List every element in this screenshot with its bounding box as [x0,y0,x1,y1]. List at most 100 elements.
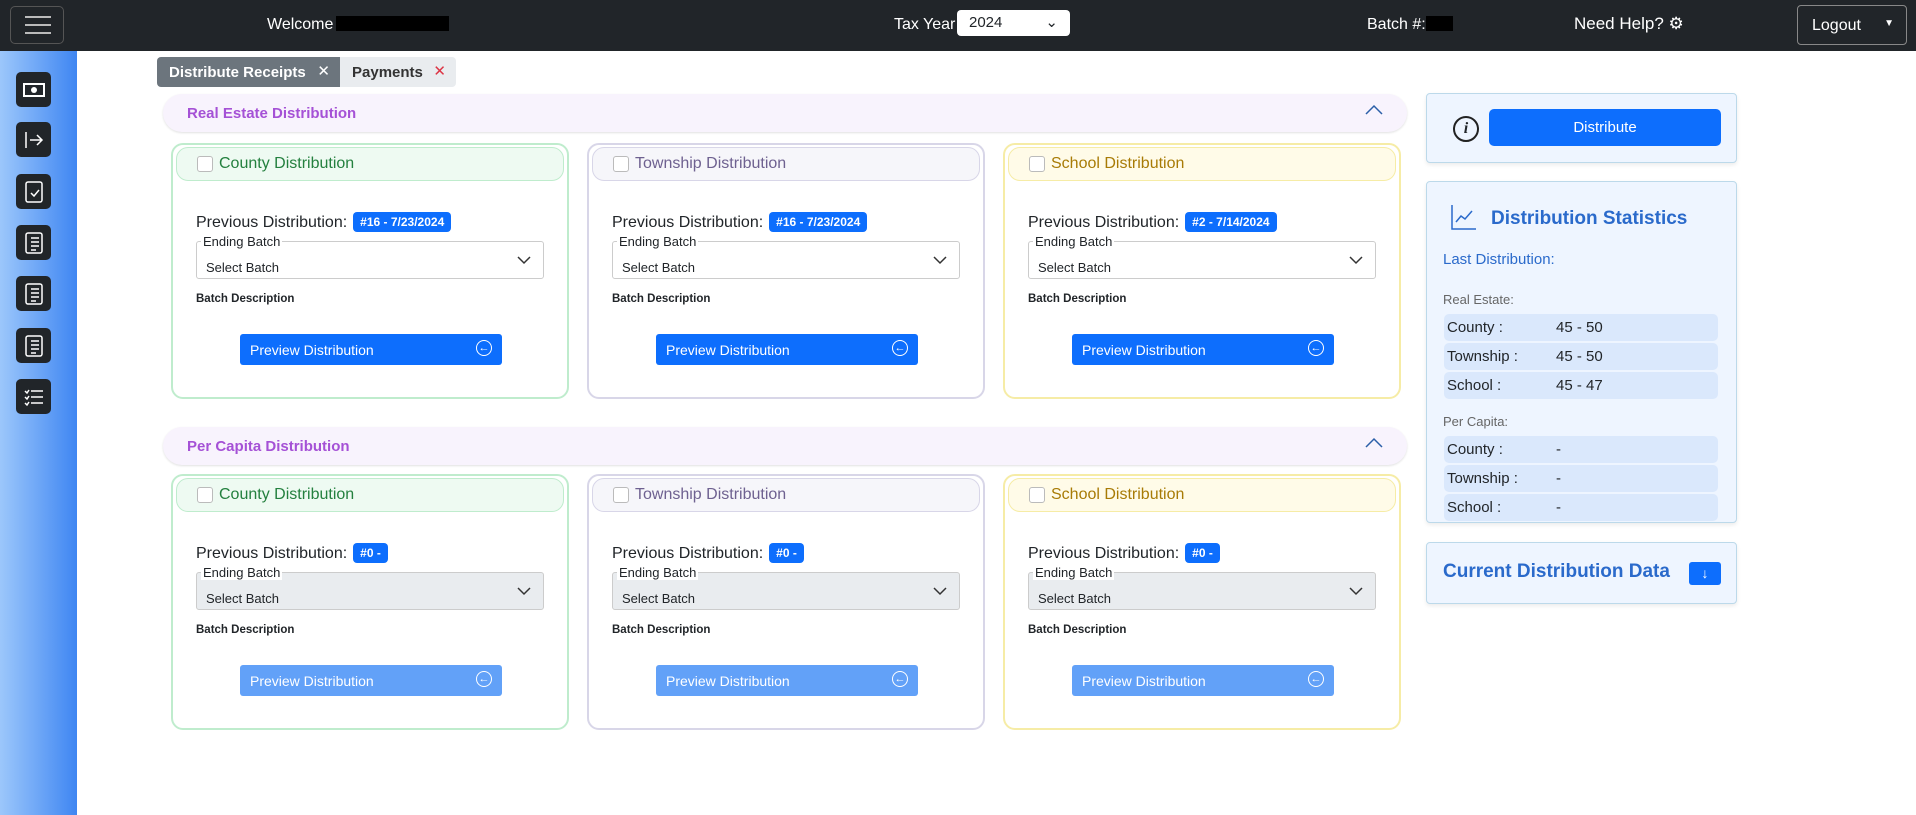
ending-batch-select[interactable]: Ending Batch Select Batch [612,565,960,610]
info-icon[interactable]: i [1453,116,1479,142]
checklist-icon[interactable] [16,174,51,209]
checkbox[interactable] [1029,487,1045,503]
ending-batch-select[interactable]: Ending Batch Select Batch [1028,565,1376,610]
preview-distribution-button[interactable]: Preview Distribution ← [656,665,918,696]
ending-batch-label: Ending Batch [201,565,283,580]
previous-distribution-label: Previous Distribution: [1028,214,1180,231]
card-title: School Distribution [1051,155,1185,172]
tab-label: Distribute Receipts [169,64,306,81]
previous-distribution-label: Previous Distribution: [612,214,764,231]
arrow-down-button[interactable]: ↓ [1689,562,1721,585]
chevron-down-icon [1349,583,1363,599]
previous-distribution-badge: #0 - [1185,543,1220,563]
arrow-left-circle-icon: ← [1308,671,1324,687]
previous-distribution: Previous Distribution: #0 - [612,543,804,563]
distribution-card: County Distribution Previous Distributio… [171,143,569,399]
menu-toggle-button[interactable] [10,6,64,44]
tax-year-select[interactable]: 2024 ⌄ [957,10,1070,36]
previous-distribution: Previous Distribution: #0 - [1028,543,1220,563]
preview-distribution-button[interactable]: Preview Distribution ← [1072,334,1334,365]
stats-key: Township : [1447,348,1518,365]
checkbox[interactable] [613,156,629,172]
list-document-icon[interactable] [16,225,51,260]
section-header[interactable]: Per Capita Distribution [163,427,1407,465]
close-icon[interactable]: ✕ [317,62,330,80]
tab-payments[interactable]: Payments ✕ [340,57,456,87]
distribution-card: School Distribution Previous Distributio… [1003,143,1401,399]
previous-distribution-label: Previous Distribution: [1028,545,1180,562]
card-header: County Distribution [176,147,564,181]
stats-key: School : [1447,499,1502,516]
stats-row: School : - [1444,494,1718,521]
ending-batch-select[interactable]: Ending Batch Select Batch [612,234,960,279]
ending-batch-label: Ending Batch [617,234,699,249]
current-distribution-panel: Current Distribution Data ↓ [1426,542,1737,604]
previous-distribution-label: Previous Distribution: [612,545,764,562]
select-value: Select Batch [622,591,695,606]
previous-distribution-badge: #0 - [769,543,804,563]
checkbox[interactable] [613,487,629,503]
line-chart-icon [1451,205,1476,230]
ending-batch-label: Ending Batch [1033,234,1115,249]
stats-group-label: Real Estate: [1443,292,1514,307]
ending-batch-select[interactable]: Ending Batch Select Batch [196,565,544,610]
ending-batch-label: Ending Batch [617,565,699,580]
select-value: Select Batch [206,260,279,275]
card-title: Township Distribution [635,155,787,172]
checkbox[interactable] [1029,156,1045,172]
previous-distribution-label: Previous Distribution: [196,214,348,231]
card-header: Township Distribution [592,478,980,512]
distribute-button[interactable]: Distribute [1489,109,1721,146]
distribute-panel: i Distribute [1426,93,1737,163]
distribution-card: Township Distribution Previous Distribut… [587,143,985,399]
stats-row: School : 45 - 47 [1444,372,1718,399]
chevron-down-icon [517,583,531,599]
list-document-icon[interactable] [16,276,51,311]
previous-distribution-badge: #2 - 7/14/2024 [1185,212,1277,232]
help-link[interactable]: Need Help? ⚙ [1574,14,1684,34]
section-title: Per Capita Distribution [187,438,350,455]
checkbox[interactable] [197,487,213,503]
preview-distribution-button[interactable]: Preview Distribution ← [656,334,918,365]
stats-title: Distribution Statistics [1491,208,1688,229]
arrow-left-circle-icon: ← [476,671,492,687]
stats-key: County : [1447,319,1503,336]
button-label: Preview Distribution [1082,342,1206,358]
distribution-card: County Distribution Previous Distributio… [171,474,569,730]
stats-group-label: Per Capita: [1443,414,1509,429]
chevron-up-icon[interactable] [1365,436,1383,453]
preview-distribution-button[interactable]: Preview Distribution ← [240,334,502,365]
button-label: Preview Distribution [250,673,374,689]
top-navbar: Welcome Tax Year 2024 ⌄ Batch #: Need Hel… [0,0,1916,51]
checkbox[interactable] [197,156,213,172]
preview-distribution-button[interactable]: Preview Distribution ← [240,665,502,696]
button-label: Preview Distribution [1082,673,1206,689]
batch-description-label: Batch Description [1028,293,1127,305]
ending-batch-select[interactable]: Ending Batch Select Batch [1028,234,1376,279]
cash-icon[interactable] [16,72,51,107]
last-distribution-label: Last Distribution: [1443,251,1555,268]
redacted-batch [1426,16,1453,31]
ending-batch-select[interactable]: Ending Batch Select Batch [196,234,544,279]
chevron-up-icon[interactable] [1365,103,1383,120]
card-header: County Distribution [176,478,564,512]
task-list-icon[interactable] [16,379,51,414]
stats-key: Township : [1447,470,1518,487]
stats-row: County : 45 - 50 [1444,314,1718,341]
previous-distribution-badge: #0 - [353,543,388,563]
stats-key: County : [1447,441,1503,458]
chevron-down-icon [933,252,947,268]
select-value: Select Batch [1038,591,1111,606]
tab-distribute-receipts[interactable]: Distribute Receipts ✕ [157,57,340,87]
section-header[interactable]: Real Estate Distribution [163,94,1407,132]
list-document-icon[interactable] [16,328,51,363]
export-arrow-icon[interactable] [16,122,51,157]
stats-value: - [1556,470,1561,487]
logout-button[interactable]: Logout ▼ [1797,5,1907,45]
close-icon[interactable]: ✕ [433,62,446,80]
tab-label: Payments [352,64,423,81]
button-label: Preview Distribution [250,342,374,358]
stats-value: 45 - 47 [1556,377,1603,394]
preview-distribution-button[interactable]: Preview Distribution ← [1072,665,1334,696]
sidebar [0,51,77,815]
